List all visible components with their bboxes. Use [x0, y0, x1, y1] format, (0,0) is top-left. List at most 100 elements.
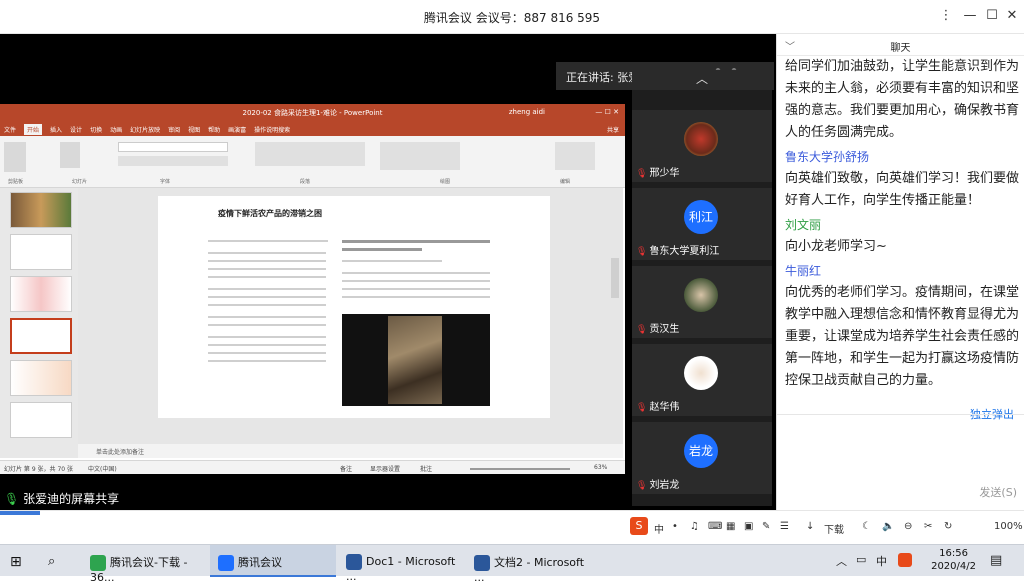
- drawing-shapes[interactable]: [380, 142, 460, 170]
- taskbar-app[interactable]: Doc1 - Microsoft ...: [340, 545, 464, 583]
- mic-muted-icon: 🎙: [636, 325, 648, 335]
- gallery-scroll-up-button[interactable]: ︿: [632, 70, 772, 90]
- clock-time: 16:56: [939, 548, 968, 559]
- browser-zoom[interactable]: 100%: [994, 521, 1023, 532]
- ppt-tab[interactable]: 文件: [4, 125, 16, 134]
- sogou-ime-icon[interactable]: S: [630, 517, 648, 535]
- ppt-tab-search[interactable]: 操作说明搜索: [254, 125, 290, 134]
- ppt-tab[interactable]: 动画: [110, 125, 122, 134]
- participant-tile[interactable]: 岩龙 🎙 刘岩龙: [632, 422, 772, 494]
- editing-buttons[interactable]: [555, 142, 595, 170]
- taskbar-app-label: 文档2 - Microsoft ...: [474, 556, 585, 584]
- chat-sender: 刘文丽: [785, 218, 822, 232]
- taskbar-app[interactable]: 文档2 - Microsoft ...: [468, 545, 592, 584]
- windows-start-icon[interactable]: ⊞: [10, 545, 38, 577]
- send-button[interactable]: 发送(S): [979, 484, 1017, 500]
- notes-toggle[interactable]: 备注: [340, 464, 352, 473]
- powerpoint-window: 2020-02 食路采访生理1-难论 - PowerPoint zheng ai…: [0, 104, 625, 474]
- close-button[interactable]: ✕: [1002, 8, 1022, 23]
- slide-scrollbar[interactable]: [611, 258, 619, 298]
- notification-icon[interactable]: ▤: [990, 553, 1002, 568]
- participant-tile[interactable]: 利江 🎙 鲁东大学夏利江: [632, 188, 772, 260]
- new-slide-icon[interactable]: [60, 142, 80, 168]
- ime-item[interactable]: •: [672, 521, 678, 532]
- ppt-tab[interactable]: 帮助: [208, 125, 220, 134]
- chat-title: 聊天: [890, 43, 911, 54]
- zoom-level: 63%: [594, 464, 608, 471]
- word-icon: [474, 555, 490, 571]
- participant-avatar: 岩龙: [684, 434, 718, 468]
- slide-thumbnail[interactable]: [10, 276, 72, 312]
- slide-thumbnail[interactable]: [10, 192, 72, 228]
- window-title: 腾讯会议 会议号：887 816 595: [423, 11, 601, 25]
- ime-item[interactable]: ♫: [690, 521, 699, 532]
- refresh-icon[interactable]: ↻: [944, 521, 952, 532]
- font-name-select[interactable]: [118, 142, 228, 152]
- ime-item[interactable]: ☰: [780, 521, 789, 532]
- zoom-out-icon[interactable]: ⊖: [904, 521, 912, 532]
- zoom-slider[interactable]: [470, 468, 570, 470]
- ppt-tab[interactable]: 设计: [70, 125, 82, 134]
- slide-thumbnail[interactable]: [10, 360, 72, 396]
- font-format-buttons[interactable]: [118, 156, 228, 166]
- ppt-tab[interactable]: 插入: [50, 125, 62, 134]
- volume-icon[interactable]: 🔈: [882, 521, 894, 532]
- slide-thumbnails: [0, 188, 78, 458]
- chat-sender: 鲁东大学孙舒扬: [785, 150, 870, 164]
- ime-item[interactable]: ▣: [744, 521, 753, 532]
- download-label[interactable]: 下载: [824, 521, 844, 536]
- slide-thumbnail[interactable]: [10, 402, 72, 438]
- ppt-tab[interactable]: 切换: [90, 125, 102, 134]
- participant-avatar: [684, 122, 718, 156]
- chat-sender: 牛丽红: [785, 264, 822, 278]
- chat-panel: ﹀ 聊天 给同学们加油鼓劲，让学生能意识到作为未来的主人翁，必须要有丰富的知识和…: [776, 34, 1024, 510]
- tray-chevron-icon[interactable]: ︿: [836, 553, 847, 569]
- participant-name: 邢少华: [649, 168, 680, 179]
- display-settings[interactable]: 显示器设置: [370, 464, 400, 473]
- ime-item[interactable]: ✎: [762, 521, 770, 532]
- taskbar-app-label: 腾讯会议: [238, 556, 282, 569]
- participant-avatar: 利江: [684, 200, 718, 234]
- slide-thumbnail-selected[interactable]: [10, 318, 72, 354]
- comments-toggle[interactable]: 批注: [420, 464, 432, 473]
- paste-icon[interactable]: [4, 142, 26, 172]
- participant-name: 贡汉生: [649, 324, 680, 335]
- slide-thumbnail[interactable]: [10, 234, 72, 270]
- ppt-tab[interactable]: 画演富: [228, 125, 246, 134]
- ppt-tab-home[interactable]: 开始: [24, 123, 43, 135]
- network-icon[interactable]: ▭: [856, 553, 866, 566]
- ppt-window-controls[interactable]: — ☐ ✕: [595, 108, 619, 116]
- chat-input-area[interactable]: 发送(S): [777, 414, 1024, 510]
- ime-indicator[interactable]: 中: [876, 553, 887, 569]
- ppt-share-button[interactable]: 共享: [607, 125, 619, 134]
- ime-item[interactable]: 中: [654, 521, 664, 536]
- minimize-button[interactable]: —: [960, 8, 980, 23]
- ime-item[interactable]: ⌨: [708, 521, 722, 532]
- ppt-tab[interactable]: 视图: [188, 125, 200, 134]
- taskbar-app-active[interactable]: 腾讯会议: [210, 545, 336, 577]
- paragraph-buttons[interactable]: [255, 142, 365, 166]
- participant-tile[interactable]: 🎙 赵华伟: [632, 344, 772, 416]
- screenshot-icon[interactable]: ✂: [924, 521, 932, 532]
- download-icon[interactable]: ↓: [806, 521, 814, 532]
- chat-messages: 给同学们加油鼓劲，让学生能意识到作为未来的主人翁，必须要有丰富的知识和坚强的意志…: [785, 56, 1019, 392]
- participant-tile[interactable]: 🎙 贡汉生: [632, 266, 772, 338]
- ppt-tab[interactable]: 幻灯片放映: [130, 125, 160, 134]
- system-clock[interactable]: 16:56 2020/4/2: [931, 547, 976, 573]
- more-options-icon[interactable]: ⋮: [936, 8, 956, 23]
- clock-date: 2020/4/2: [931, 561, 976, 572]
- taskbar-app[interactable]: 腾讯会议-下载 - 36...: [84, 545, 208, 584]
- windows-taskbar: ⊞ ⌕ 腾讯会议-下载 - 36... 腾讯会议 Doc1 - Microsof…: [0, 544, 1024, 584]
- sogou-tray-icon[interactable]: [898, 553, 912, 567]
- moon-icon[interactable]: ☾: [862, 521, 871, 532]
- notes-pane[interactable]: 单击此处添加备注: [78, 444, 623, 458]
- search-icon[interactable]: ⌕: [48, 545, 76, 577]
- ppt-tab[interactable]: 审阅: [168, 125, 180, 134]
- current-slide[interactable]: 疫情下鲜活农产品的滞销之困: [158, 196, 550, 418]
- participant-name: 赵华伟: [649, 402, 680, 413]
- participant-tile[interactable]: 🎙 邢少华: [632, 110, 772, 182]
- mic-muted-icon: 🎙: [636, 247, 648, 257]
- ppt-ribbon: 剪贴板 幻灯片 字体 段落 绘图 编辑: [0, 136, 625, 188]
- ime-item[interactable]: ▦: [726, 521, 735, 532]
- maximize-button[interactable]: ☐: [982, 8, 1002, 23]
